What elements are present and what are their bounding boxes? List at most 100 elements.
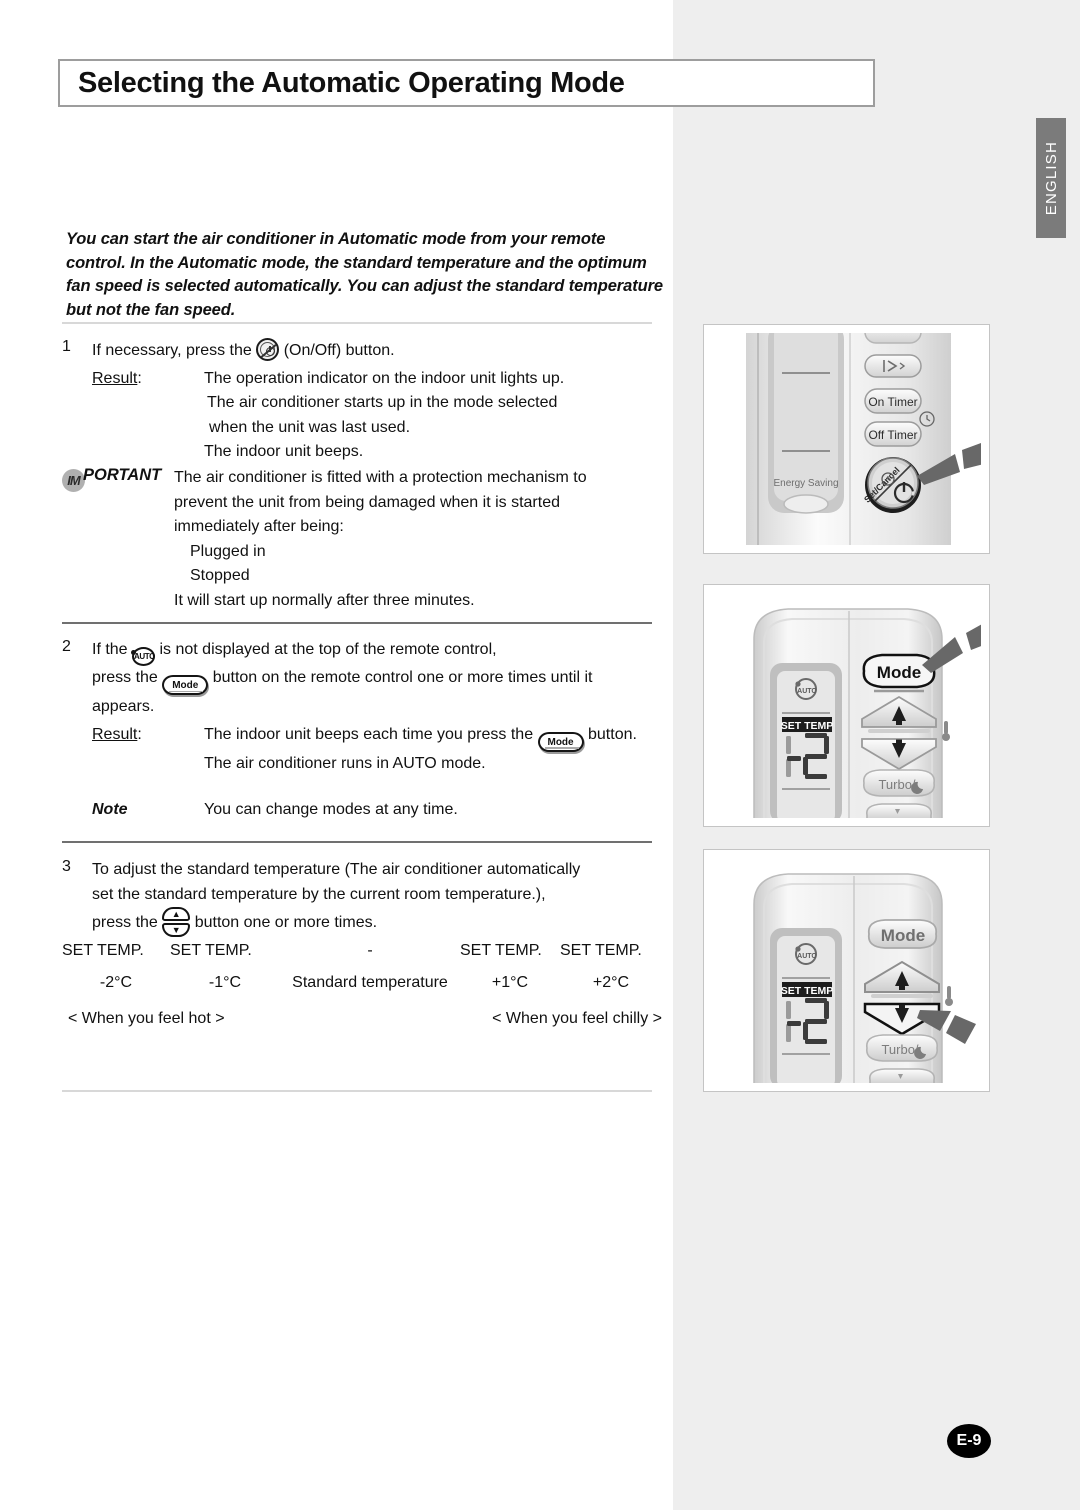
step-1-text-before: If necessary, press the <box>92 342 252 359</box>
temp-value-3: Standard temperature <box>292 974 448 991</box>
set-temp-label: SET TEMP <box>781 720 834 732</box>
on-timer-label: On Timer <box>868 395 917 409</box>
temp-label-1: SET TEMP. <box>62 942 144 959</box>
off-timer-button: Off Timer <box>864 421 922 447</box>
remote-temperature-illustration: AUTO SET TEMP Mode Turbo/ <box>753 873 976 1083</box>
step-2-result-line-1: The indoor unit beeps each time you pres… <box>204 723 637 752</box>
mode-button-label: Mode <box>877 663 921 682</box>
step-2-result: Result: The indoor unit beeps each time … <box>92 723 672 777</box>
bottom-partial-button <box>865 803 933 818</box>
step-1-result-line-3: when the unit was last used. <box>209 418 411 436</box>
mode-button-label: Mode <box>881 926 925 945</box>
step-3: 3 To adjust the standard temperature (Th… <box>62 858 672 937</box>
step-1-result-lines: The operation indicator on the indoor un… <box>204 367 564 465</box>
step-1-result: Result: The operation indicator on the i… <box>92 367 672 465</box>
step-2-result-line-1-before: The indoor unit beeps each time you pres… <box>204 725 534 743</box>
step-2-line-1-after: is not displayed at the top of the remot… <box>159 641 497 658</box>
important-closing: It will start up normally after three mi… <box>174 591 475 609</box>
temp-label-4: SET TEMP. <box>460 942 542 959</box>
important-block: IM PORTANT The air conditioner is fitted … <box>62 466 672 613</box>
thermometer-icon <box>945 986 953 1006</box>
step-1-result-line-2: The air conditioner starts up in the mod… <box>207 394 558 411</box>
figure-remote-onoff: Energy Saving On Timer Off Timer Set/Can… <box>703 324 990 554</box>
step-2-note: Note You can change modes at any time. <box>92 798 672 823</box>
mode-button-icon: Mode <box>162 675 209 695</box>
step-3-line-2: set the standard temperature by the curr… <box>92 885 546 903</box>
footnote-chilly: < When you feel chilly > <box>492 1010 662 1027</box>
temp-label-5: SET TEMP. <box>560 942 642 959</box>
temp-value-5: +2°C <box>592 974 630 991</box>
step-2-result-label-text: Result <box>92 725 138 743</box>
airflow-button <box>864 354 922 378</box>
mode-button: Mode <box>867 919 938 949</box>
important-line-1: The air conditioner is fitted with a pro… <box>174 469 587 486</box>
temp-value-2: -1°C <box>208 974 242 991</box>
temp-value-1: -2°C <box>99 974 133 991</box>
divider-3 <box>62 841 652 843</box>
content-column: You can start the air conditioner in Aut… <box>0 0 673 1510</box>
step-2-line-1: If the AUTO is not displayed at the top … <box>92 638 672 666</box>
figure-remote-temperature: AUTO SET TEMP Mode Turbo/ <box>703 849 990 1092</box>
step-1: 1 If necessary, press the (On/Off) butto… <box>62 338 672 465</box>
remote-onoff-illustration: Energy Saving On Timer Off Timer Set/Can… <box>746 333 981 545</box>
mode-button-icon-2: Mode <box>537 731 584 752</box>
intro-paragraph: You can start the air conditioner in Aut… <box>66 230 663 319</box>
important-line-3: immediately after being: <box>174 518 344 535</box>
temp-table-value-row: -2°C -1°C Standard temperature +1°C +2°C <box>62 974 662 992</box>
on-timer-button: On Timer <box>864 388 922 414</box>
temp-label-3: - <box>367 942 373 959</box>
step-2-line-2: press the Mode button on the remote cont… <box>92 666 672 695</box>
onoff-button-icon <box>256 338 280 361</box>
temp-label-2: SET TEMP. <box>170 942 252 959</box>
energy-saving-label: Energy Saving <box>773 478 838 489</box>
important-badge-icon: IM <box>62 469 85 492</box>
step-2-line-3: appears. <box>92 698 155 715</box>
note-text: You can change modes at any time. <box>204 801 458 818</box>
page-number-badge: E-9 <box>947 1424 991 1458</box>
step-3-number: 3 <box>62 858 71 875</box>
step-2-result-line-1-after: button. <box>588 725 637 743</box>
step-1-result-colon: : <box>137 369 142 387</box>
step-2: 2 If the AUTO is not displayed at the to… <box>62 638 672 823</box>
important-label: IM PORTANT <box>62 466 174 613</box>
step-2-number: 2 <box>62 638 71 655</box>
step-1-result-line-4: The indoor unit beeps. <box>204 443 364 460</box>
step-1-result-line-1: The operation indicator on the indoor un… <box>204 369 565 387</box>
step-2-result-label: Result: <box>92 723 204 777</box>
language-tab: ENGLISH <box>1036 118 1066 238</box>
temp-table-footnotes: < When you feel hot > < When you feel ch… <box>62 1010 662 1028</box>
step-1-instruction: If necessary, press the (On/Off) button. <box>92 338 672 364</box>
figure-remote-mode: AUTO SET TEMP Mode Turbo/ <box>703 584 990 827</box>
step-1-body: If necessary, press the (On/Off) button.… <box>92 338 672 465</box>
off-timer-label: Off Timer <box>868 428 917 442</box>
step-1-text-after: (On/Off) button. <box>283 342 395 359</box>
important-line-2: prevent the unit from being damaged when… <box>174 493 560 511</box>
auto-mode-icon: AUTO <box>131 647 155 666</box>
temp-table-header-row: SET TEMP. SET TEMP. - SET TEMP. SET TEMP… <box>62 942 662 960</box>
svg-text:AUTO: AUTO <box>797 688 817 695</box>
step-2-line-2-before: press the <box>92 669 158 686</box>
step-1-result-label: Result: <box>92 367 204 465</box>
step-3-line-3-after: button one or more times. <box>194 914 378 931</box>
step-2-result-lines: The indoor unit beeps each time you pres… <box>204 723 637 777</box>
chevron-down-icon: ▼ <box>162 923 191 937</box>
turbo-button-label: Turbo/ <box>878 777 915 792</box>
set-temp-label: SET TEMP <box>781 985 834 997</box>
divider-2 <box>62 622 652 624</box>
important-bullet-2: Stopped <box>190 567 250 584</box>
important-bullet-1: Plugged in <box>190 542 266 560</box>
step-3-line-3: press the ▲ ▼ button one or more times. <box>92 907 672 937</box>
bottom-partial-button <box>868 1068 936 1083</box>
turbo-button-label: Turbo/ <box>881 1042 918 1057</box>
turbo-button: Turbo/ <box>866 1034 938 1062</box>
remote-mode-illustration: AUTO SET TEMP Mode Turbo/ <box>753 608 981 818</box>
temp-updown-button-icon: ▲ ▼ <box>162 907 191 937</box>
divider-4 <box>62 1090 652 1092</box>
step-3-line-3-before: press the <box>92 914 158 931</box>
temperature-scale-table: SET TEMP. SET TEMP. - SET TEMP. SET TEMP… <box>62 942 662 1028</box>
mode-button: Mode <box>862 653 936 693</box>
step-1-number: 1 <box>62 338 71 355</box>
turbo-button: Turbo/ <box>863 769 935 797</box>
step-3-line-1: To adjust the standard temperature (The … <box>92 861 581 878</box>
step-1-result-label-text: Result <box>92 369 138 387</box>
